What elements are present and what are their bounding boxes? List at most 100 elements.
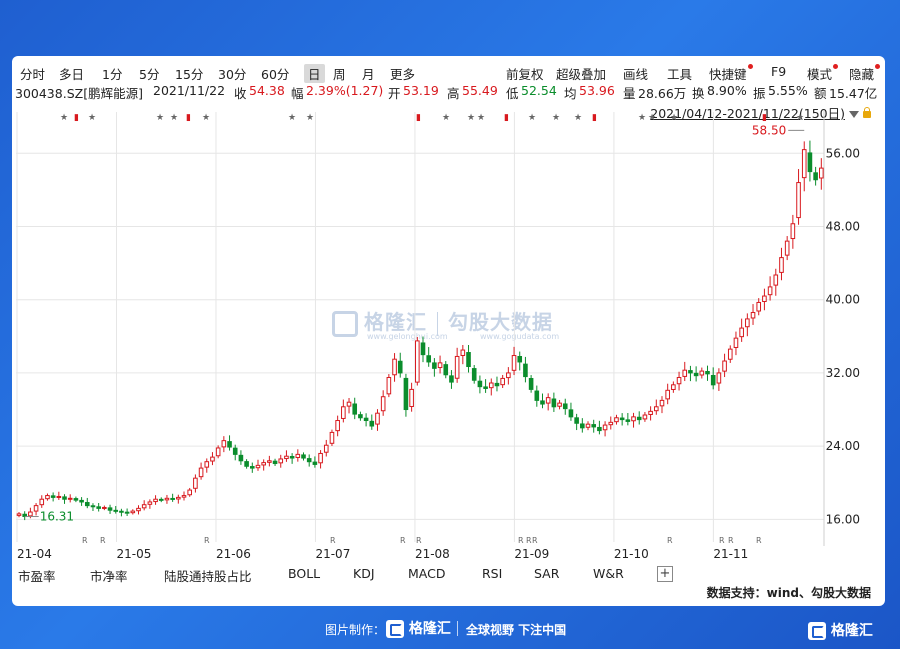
- candle-body: [329, 431, 335, 444]
- candle-body: [619, 417, 625, 421]
- candle-body: [318, 452, 323, 464]
- candle-body: [807, 152, 813, 173]
- candle-body: [28, 511, 33, 517]
- candle-body: [534, 390, 540, 401]
- x-tick-label: 21-04: [17, 547, 52, 561]
- candle-body: [682, 369, 688, 377]
- x-tick-label: 21-11: [713, 547, 748, 561]
- candle-body: [136, 507, 141, 512]
- candle-body: [164, 497, 170, 501]
- candle-body: [397, 360, 403, 374]
- y-tick-label: 16.00: [826, 512, 860, 526]
- candle-body: [477, 380, 483, 388]
- candle-body: [244, 461, 249, 467]
- candle-body: [688, 370, 693, 374]
- candle-body: [432, 362, 437, 369]
- candle-body: [784, 240, 790, 256]
- candle-body: [232, 447, 238, 455]
- event-marker-icon: ★: [60, 113, 68, 123]
- candle-body: [745, 318, 750, 328]
- candle-body: [767, 286, 773, 296]
- r-marker-icon: R: [667, 536, 673, 545]
- add-indicator-icon[interactable]: +: [657, 566, 673, 582]
- candle-body: [415, 340, 420, 383]
- event-marker-icon: ▮: [762, 113, 767, 123]
- candle-body: [602, 424, 608, 431]
- x-tick-label: 21-07: [315, 547, 350, 561]
- indicator-sar[interactable]: SAR: [534, 566, 559, 581]
- r-marker-icon: R: [400, 536, 406, 545]
- candle-body: [665, 389, 670, 400]
- candle-body: [346, 401, 352, 407]
- r-marker-icon: R: [100, 536, 106, 545]
- candle-body: [284, 455, 289, 460]
- event-marker-icon: ★: [442, 113, 450, 123]
- event-marker-icon: ▮: [504, 113, 509, 123]
- candle-body: [750, 312, 756, 319]
- candle-body: [540, 400, 545, 405]
- footer-logo: 格隆汇: [386, 618, 451, 638]
- event-marker-icon: ▮: [416, 113, 421, 123]
- candle-body: [636, 416, 642, 421]
- candle-body: [801, 149, 807, 179]
- r-marker-icon: R: [82, 536, 88, 545]
- candle-body: [375, 412, 380, 425]
- x-tick-label: 21-10: [614, 547, 649, 561]
- indicator-rsi[interactable]: RSI: [482, 566, 502, 581]
- candle-body: [420, 342, 426, 356]
- y-tick-label: 56.00: [826, 146, 860, 160]
- indicator-boll[interactable]: BOLL: [288, 566, 320, 581]
- event-marker-icon: ★: [574, 113, 582, 123]
- r-marker-icon: R: [416, 536, 422, 545]
- event-marker-icon: ▮: [186, 113, 191, 123]
- candle-body: [631, 416, 636, 422]
- indicator-kdj[interactable]: KDJ: [353, 566, 375, 581]
- r-marker-icon: R: [518, 536, 524, 545]
- event-marker-icon: ★: [156, 113, 164, 123]
- y-tick-label: 24.00: [826, 439, 860, 453]
- indicator-pe[interactable]: 市盈率: [18, 566, 56, 585]
- candle-body: [312, 461, 318, 465]
- event-marker-icon: ▮: [592, 113, 597, 123]
- candle-body: [119, 510, 124, 513]
- candle-body: [716, 372, 722, 384]
- candle-body: [141, 504, 147, 509]
- candle-body: [193, 477, 198, 489]
- chart-panel: 分时 多日 1分 5分 15分 30分 60分 日 周 月 更多 前复权 超级叠…: [12, 56, 885, 606]
- candle-body: [187, 489, 193, 496]
- candle-body: [488, 382, 494, 389]
- candle-body: [676, 377, 682, 385]
- indicator-wr[interactable]: W&R: [593, 566, 624, 581]
- candle-body: [568, 409, 574, 418]
- candle-body: [671, 384, 676, 390]
- event-marker-icon: ★: [796, 113, 804, 123]
- candle-body: [648, 410, 653, 415]
- candle-body: [813, 172, 818, 181]
- candle-body: [819, 167, 824, 179]
- event-marker-icon: ★: [670, 113, 678, 123]
- candle-body: [528, 378, 534, 390]
- candlestick-chart[interactable]: 16.00 24.00 32.00 40.00 48.00 56.00 21-04 21-05…: [12, 56, 885, 566]
- r-marker-icon: R: [330, 536, 336, 545]
- candle-body: [443, 364, 449, 376]
- indicator-macd[interactable]: MACD: [408, 566, 445, 581]
- candle-body: [261, 462, 266, 466]
- indicator-hk-holding[interactable]: 陆股通持股占比: [164, 566, 252, 585]
- candle-body: [176, 496, 181, 500]
- corner-logo-text: 格隆汇: [830, 623, 873, 639]
- candle-body: [653, 406, 659, 412]
- y-tick-label: 40.00: [826, 293, 860, 307]
- indicator-pb[interactable]: 市净率: [90, 566, 128, 585]
- candle-body: [295, 453, 301, 458]
- candle-body: [551, 398, 557, 408]
- event-marker-icon: ★: [288, 113, 296, 123]
- candle-body: [796, 182, 801, 219]
- event-marker-icon: ▮: [74, 113, 79, 123]
- candle-body: [153, 498, 158, 503]
- candle-body: [96, 506, 101, 509]
- candle-body: [574, 417, 579, 424]
- r-marker-icon: R: [756, 536, 762, 545]
- data-source: 数据支持：wind、勾股大数据: [706, 586, 871, 600]
- candle-body: [158, 498, 164, 501]
- candle-body: [306, 458, 312, 463]
